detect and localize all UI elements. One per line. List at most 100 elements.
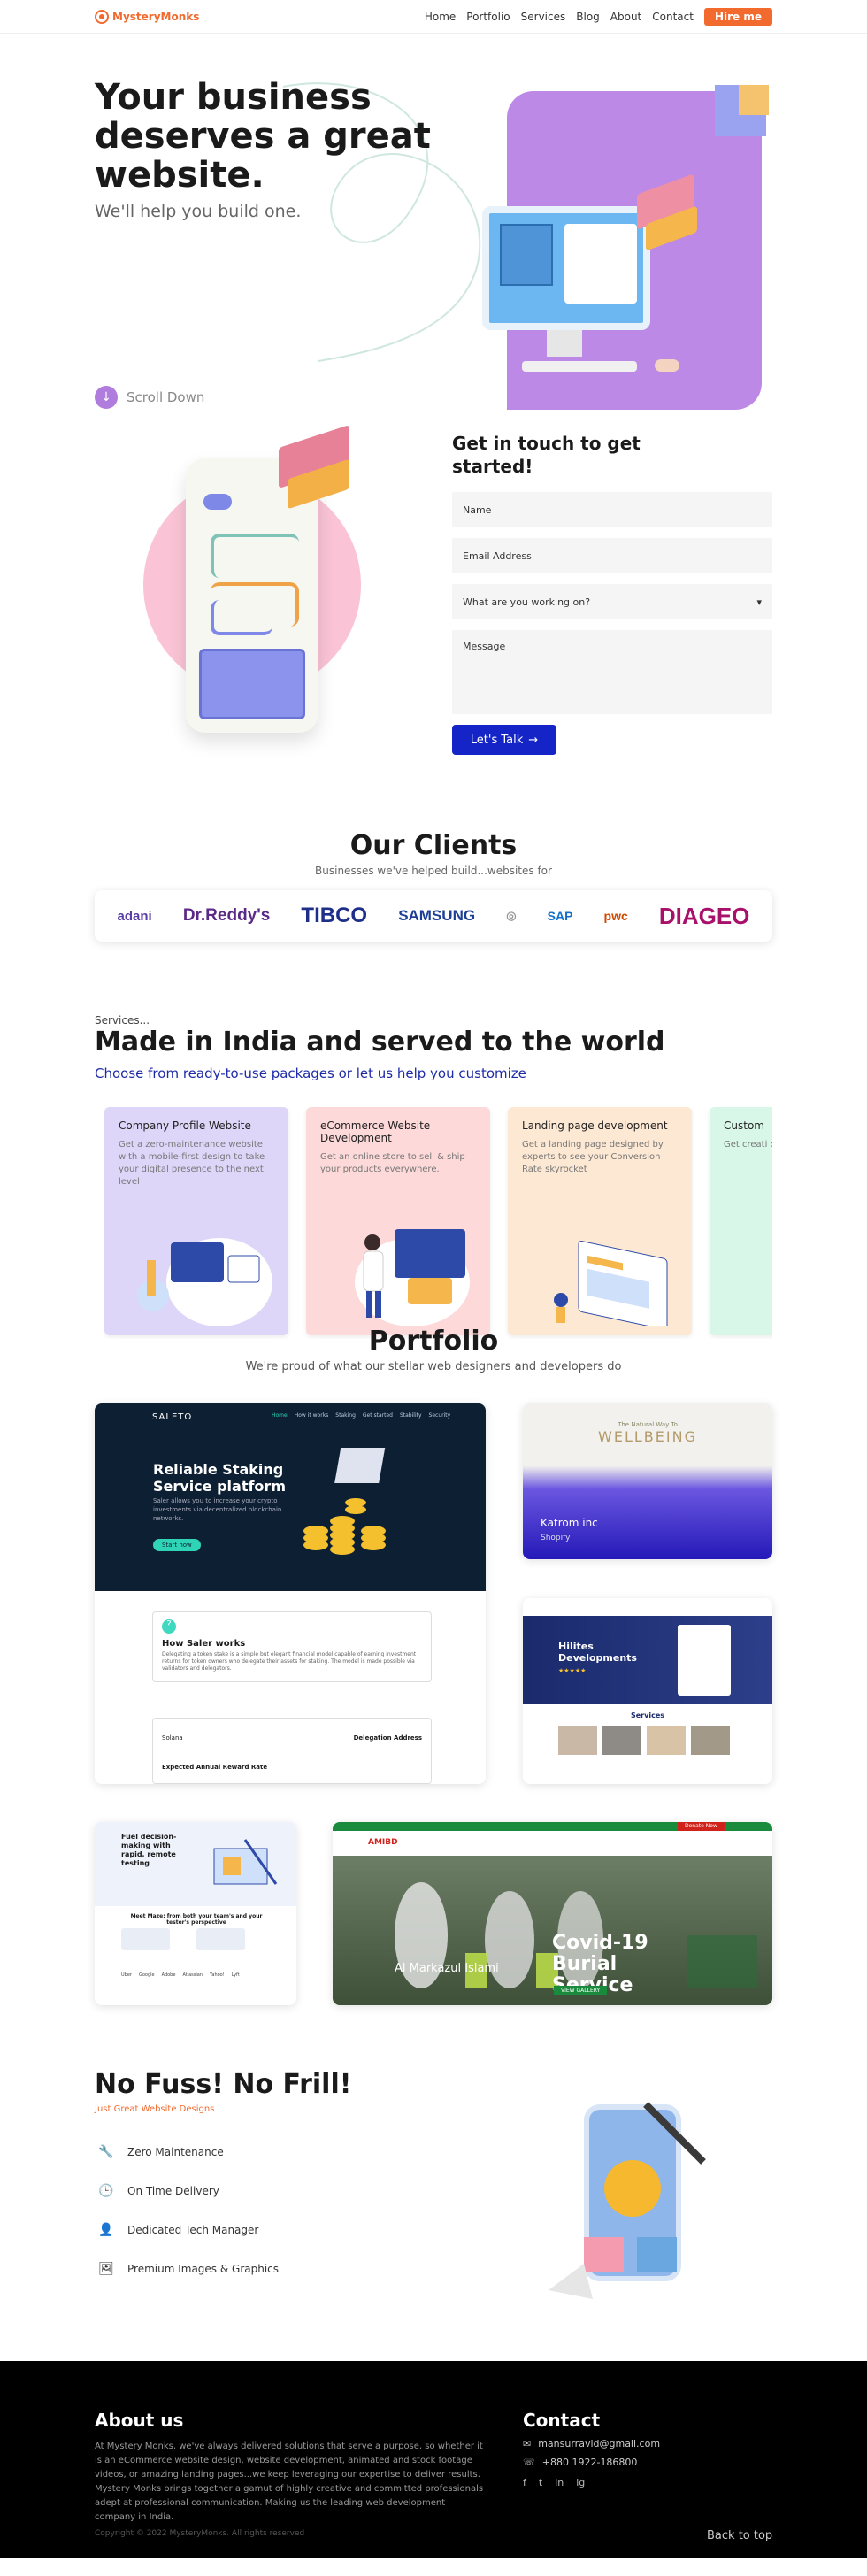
nav-home[interactable]: Home <box>425 11 456 23</box>
services-title: Made in India and served to the world <box>95 1027 665 1057</box>
hilites-form <box>678 1625 731 1696</box>
page: MysteryMonks Home Portfolio Services Blo… <box>0 0 867 2558</box>
coin-stack-illustration <box>303 1448 386 1555</box>
copyright: Copyright © 2022 MysteryMonks. All right… <box>95 2529 305 2538</box>
maze-brand: Yahoo! <box>210 1972 225 1978</box>
service-carousel[interactable]: Company Profile Website Get a zero-maint… <box>104 1107 772 1339</box>
maze-brand: Google <box>138 1972 155 1978</box>
service-card-title: Custom <box>724 1119 764 1132</box>
nav-about[interactable]: About <box>610 11 641 23</box>
nav-services[interactable]: Services <box>521 11 566 23</box>
decor-square <box>739 85 769 115</box>
scroll-down[interactable]: ↓ Scroll Down <box>95 386 204 409</box>
portfolio-item-amibd[interactable]: Donate Now AMIBD Covid-19 Burial Service… <box>333 1822 772 2005</box>
nav-blog[interactable]: Blog <box>576 11 600 23</box>
portfolio-item-katrom[interactable]: The Natural Way To WELLBEING Katrom inc … <box>523 1403 772 1559</box>
lets-talk-button[interactable]: Let's Talk → <box>452 725 556 755</box>
landing-page-illustration <box>554 1241 668 1326</box>
hilites-section-title: Services <box>630 1711 665 1719</box>
portfolio-item-maze[interactable]: Fuel decision-making with rapid, remote … <box>95 1822 296 2005</box>
katrom-pre: The Natural Way To <box>618 1421 678 1428</box>
service-card-desc: Get an online store to sell & ship your … <box>320 1152 465 1174</box>
nav-portfolio[interactable]: Portfolio <box>466 11 510 23</box>
portfolio-section: Portfolio We're proud of what our stella… <box>0 1317 867 2051</box>
saleto-nav-item: Security <box>428 1412 451 1419</box>
analytics-illustration <box>137 1238 272 1326</box>
contact-title: Contact <box>523 2410 601 2431</box>
whatsapp-icon: ☏ <box>523 2457 535 2468</box>
name-placeholder: Name <box>463 504 492 516</box>
saleto-start-button: Start now <box>153 1539 201 1551</box>
saleto-nav-item: Home <box>272 1412 288 1419</box>
feature-label: Dedicated Tech Manager <box>127 2224 259 2236</box>
saleto-nav: Home How it works Staking Get started St… <box>272 1412 450 1419</box>
amibd-sub: Al Markazul Islami <box>395 1962 499 1975</box>
monitor-illustration <box>482 206 650 330</box>
katrom-heading: WELLBEING <box>598 1428 697 1445</box>
envelope-icon <box>500 224 553 286</box>
amibd-logo: AMIBD <box>368 1838 398 1847</box>
clients-title: Our Clients <box>349 830 518 861</box>
footer-about: About us At Mystery Monks, we've always … <box>95 2410 484 2525</box>
saleto-body: Saler allows you to increase your crypto… <box>153 1497 282 1522</box>
hilites-stars: ★★★★★ <box>558 1667 587 1674</box>
site-header: MysteryMonks Home Portfolio Services Blo… <box>0 0 867 34</box>
service-card[interactable]: Landing page development Get a landing p… <box>508 1107 692 1335</box>
clients-tagline: Businesses we've helped build...websites… <box>315 865 552 877</box>
saleto-nav-item: Stability <box>399 1412 422 1419</box>
contact-section: Get in touch to get started! Name Email … <box>0 423 867 804</box>
portfolio-item-hilites[interactable]: Hilites Developments ★★★★★ Services <box>523 1598 772 1784</box>
flow-line <box>211 534 299 578</box>
service-card[interactable]: eCommerce Website Development Get an onl… <box>306 1107 490 1335</box>
mouse-illustration <box>655 359 679 372</box>
saleto-info-card: ? How Saler works Delegating a token sta… <box>152 1611 432 1682</box>
twitter-icon[interactable]: t <box>539 2477 542 2488</box>
client-logo: Dr.Reddy's <box>182 906 271 925</box>
topic-select[interactable]: What are you working on? ▾ <box>452 584 772 619</box>
hero-section: Your business deserves a great website. … <box>0 34 867 423</box>
wrench-icon: 🔧 <box>98 2145 114 2159</box>
clients-section: Our Clients Businesses we've helped buil… <box>0 804 867 989</box>
footer-contact: Contact ✉ mansurravid@gmail.com ☏ +880 1… <box>523 2410 660 2488</box>
brand-logo[interactable]: MysteryMonks <box>95 9 199 24</box>
client-logo: adani <box>117 908 152 924</box>
main-nav: Home Portfolio Services Blog About Conta… <box>425 7 772 26</box>
instagram-icon[interactable]: ig <box>576 2477 585 2488</box>
message-field[interactable]: Message <box>452 630 772 714</box>
saleto-panel-bottom: Expected Annual Reward Rate <box>162 1764 268 1771</box>
maze-brand: Uber <box>121 1972 132 1978</box>
portfolio-tagline: We're proud of what our stellar web desi… <box>245 1360 622 1373</box>
hire-me-button[interactable]: Hire me <box>703 7 772 26</box>
about-text: At Mystery Monks, we've always delivered… <box>95 2441 484 2522</box>
client-logo: TIBCO <box>301 904 368 927</box>
back-to-top-link[interactable]: Back to top <box>707 2529 772 2542</box>
footer-phone[interactable]: ☏ +880 1922-186800 <box>523 2457 660 2468</box>
name-field[interactable]: Name <box>452 492 772 527</box>
maze-brand: Atlassian <box>182 1972 203 1978</box>
feature-premium-images: 🖼 Premium Images & Graphics <box>97 2260 279 2278</box>
service-card-desc: Get creati customize develop <box>724 1140 772 1150</box>
hilites-nav <box>523 1598 772 1616</box>
service-card[interactable]: Company Profile Website Get a zero-maint… <box>104 1107 288 1335</box>
person-icon: 👤 <box>98 2223 114 2237</box>
footer-email[interactable]: ✉ mansurravid@gmail.com <box>523 2438 660 2449</box>
service-card[interactable]: Custom Get creati customize develop <box>710 1107 772 1335</box>
saleto-headline: Reliable Staking Service platform <box>153 1461 286 1495</box>
feature-on-time: 🕒 On Time Delivery <box>97 2182 219 2200</box>
monk-logo-icon <box>95 9 109 24</box>
saleto-nav-item: Get started <box>362 1412 393 1419</box>
katrom-tag: Shopify <box>541 1534 571 1542</box>
maze-card <box>121 1928 170 1950</box>
arrow-right-icon: → <box>528 733 539 747</box>
facebook-icon[interactable]: f <box>523 2477 526 2488</box>
clock-icon: 🕒 <box>98 2184 114 2198</box>
maze-illustration <box>213 1839 278 1885</box>
scroll-label: Scroll Down <box>127 389 205 405</box>
keyboard-illustration <box>522 361 637 372</box>
feature-label: On Time Delivery <box>127 2185 219 2197</box>
email-field[interactable]: Email Address <box>452 538 772 573</box>
portfolio-item-saleto[interactable]: SALETO Home How it works Staking Get sta… <box>95 1403 486 1784</box>
linkedin-icon[interactable]: in <box>555 2477 564 2488</box>
saleto-hero: SALETO Home How it works Staking Get sta… <box>95 1403 486 1591</box>
nav-contact[interactable]: Contact <box>652 11 694 23</box>
